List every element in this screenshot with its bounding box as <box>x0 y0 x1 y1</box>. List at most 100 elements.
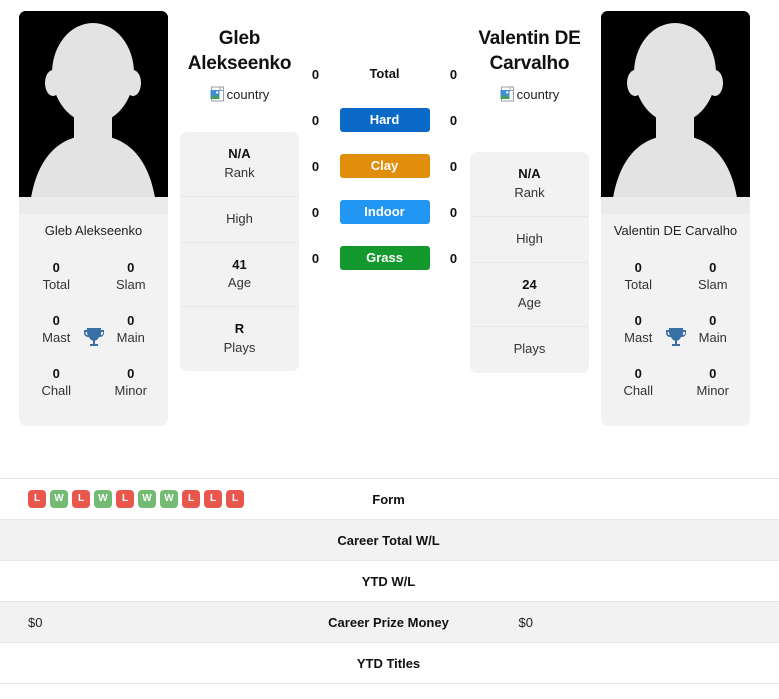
title-stat-cell: 0 Chall <box>601 357 676 410</box>
stat-row-label: YTD Titles <box>356 655 421 671</box>
player-name-line: Gleb <box>218 28 261 49</box>
meta-row: Plays <box>470 327 589 372</box>
title-stat-value: 0 <box>127 365 135 381</box>
surface-value-right: 0 <box>449 204 458 220</box>
titles-grid-right: 0 Total 0 Slam 0 Mast 0 Main 0 Chall 0 M… <box>601 249 750 426</box>
surface-value-left: 0 <box>311 158 320 174</box>
meta-label: Age <box>517 295 542 311</box>
title-stat-value: 0 <box>634 365 642 381</box>
meta-row: High <box>180 197 299 243</box>
title-stat-value: 0 <box>52 259 60 275</box>
form-badge-loss[interactable]: L <box>28 490 46 508</box>
title-stat-label: Chall <box>623 383 654 399</box>
stat-row-ytd-titles: YTD Titles <box>0 643 779 684</box>
meta-value: N/A <box>518 166 541 182</box>
form-badge-loss[interactable]: L <box>182 490 200 508</box>
titles-grid-left: 0 Total 0 Slam 0 Mast 0 Main 0 Chall 0 M… <box>19 249 168 426</box>
title-stat-label: Minor <box>696 383 729 399</box>
surface-value-left: 0 <box>311 250 320 266</box>
stat-row-label: YTD W/L <box>361 573 416 589</box>
player-name-right: Valentin DE Carvalho <box>478 27 581 76</box>
surface-value-right: 0 <box>449 66 458 82</box>
form-badge-win[interactable]: W <box>160 490 178 508</box>
broken-image-icon <box>210 86 226 102</box>
title-stat-label: Total <box>624 277 652 293</box>
player-photo-card-left[interactable]: Gleb Alekseenko 0 Total 0 Slam 0 Mast 0 … <box>19 11 168 426</box>
meta-row: 24 Age <box>470 263 589 328</box>
surface-value-right: 0 <box>449 250 458 266</box>
career-prize-money-right: $0 <box>518 614 533 630</box>
title-stat-label: Total <box>42 277 70 293</box>
title-stat-label: Minor <box>114 383 147 399</box>
meta-label: High <box>516 230 543 246</box>
player-photo-caption-left: Gleb Alekseenko <box>44 223 143 238</box>
meta-value: N/A <box>228 146 251 162</box>
title-stat-value: 0 <box>52 365 60 381</box>
meta-row: R Plays <box>180 307 299 370</box>
meta-value: 24 <box>522 276 537 292</box>
stat-row-career-total-wl: Career Total W/L <box>0 520 779 561</box>
meta-label: High <box>226 210 253 226</box>
surface-label-grass: Grass <box>339 246 430 270</box>
player-name-line: Carvalho <box>489 52 570 74</box>
country-flag-right: country <box>500 85 560 103</box>
title-stat-value: 0 <box>709 365 717 381</box>
country-alt-text: country <box>226 86 270 102</box>
player-photo-card-right[interactable]: Valentin DE Carvalho 0 Total 0 Slam 0 Ma… <box>601 11 750 426</box>
player-meta-card-right: N/A Rank High 24 Age Plays <box>470 152 589 373</box>
title-stat-value: 0 <box>709 259 717 275</box>
form-badge-loss[interactable]: L <box>204 490 222 508</box>
form-badge-win[interactable]: W <box>50 490 68 508</box>
form-badge-win[interactable]: W <box>94 490 112 508</box>
form-badge-loss[interactable]: L <box>226 490 244 508</box>
surface-row-total: 0 Total 0 <box>299 62 470 86</box>
player-meta-card-left: N/A Rank High 41 Age R Plays <box>180 132 299 371</box>
stats-comparison-table: LWLWLWWLLL Form Career Total W/L YTD W/L <box>0 478 779 684</box>
form-badge-loss[interactable]: L <box>116 490 134 508</box>
stat-value-right: $0 <box>489 615 779 630</box>
player-name-line: Valentin DE <box>478 28 581 49</box>
player-comparison-page: Gleb Alekseenko 0 Total 0 Slam 0 Mast 0 … <box>0 0 779 699</box>
meta-label: Rank <box>224 164 255 180</box>
meta-value: 41 <box>232 256 247 272</box>
stat-row-label: Form <box>372 491 405 507</box>
player-photo-caption-right: Valentin DE Carvalho <box>613 223 738 238</box>
meta-row: N/A Rank <box>180 132 299 197</box>
stat-value-left: $0 <box>0 615 289 630</box>
trophy-icon <box>82 325 106 349</box>
stat-value-left: LWLWLWWLLL <box>0 490 289 508</box>
meta-value: R <box>234 321 245 337</box>
meta-row: 41 Age <box>180 243 299 308</box>
meta-label: Rank <box>514 184 545 200</box>
player-name-line: Alekseenko <box>187 52 292 74</box>
title-stat-cell: 0 Slam <box>676 251 751 304</box>
player-avatar-right <box>601 11 750 214</box>
surface-row-clay: 0 Clay 0 <box>299 154 470 178</box>
stat-row-form: LWLWLWWLLL Form <box>0 479 779 520</box>
title-stat-value: 0 <box>634 259 642 275</box>
surface-value-left: 0 <box>311 66 320 82</box>
title-stat-cell: 0 Minor <box>94 357 169 410</box>
title-stat-label: Chall <box>41 383 72 399</box>
title-stat-label: Slam <box>697 277 728 293</box>
surface-label-clay: Clay <box>339 154 430 178</box>
country-alt-text: country <box>516 86 560 102</box>
title-stat-cell: 0 Chall <box>19 357 94 410</box>
surface-value-right: 0 <box>449 158 458 174</box>
meta-row: N/A Rank <box>470 152 589 217</box>
form-badge-loss[interactable]: L <box>72 490 90 508</box>
career-prize-money-left: $0 <box>28 614 43 630</box>
player-info-right: Valentin DE Carvalho country N/A Rank Hi… <box>470 0 589 373</box>
surface-comparison-column: 0 Total 0 0 Hard 0 0 Clay 0 0 Indoor 0 0 <box>299 0 470 270</box>
surface-label-hard: Hard <box>339 108 430 132</box>
meta-label: Plays <box>513 341 546 357</box>
form-badges-left: LWLWLWWLLL <box>28 490 244 508</box>
meta-row: High <box>470 217 589 263</box>
stat-row-ytd-wl: YTD W/L <box>0 561 779 602</box>
surface-value-left: 0 <box>311 204 320 220</box>
title-stat-value: 0 <box>127 259 135 275</box>
form-badge-win[interactable]: W <box>138 490 156 508</box>
surface-label-total: Total <box>369 66 400 81</box>
country-flag-left: country <box>210 85 270 103</box>
broken-image-icon <box>500 86 516 102</box>
